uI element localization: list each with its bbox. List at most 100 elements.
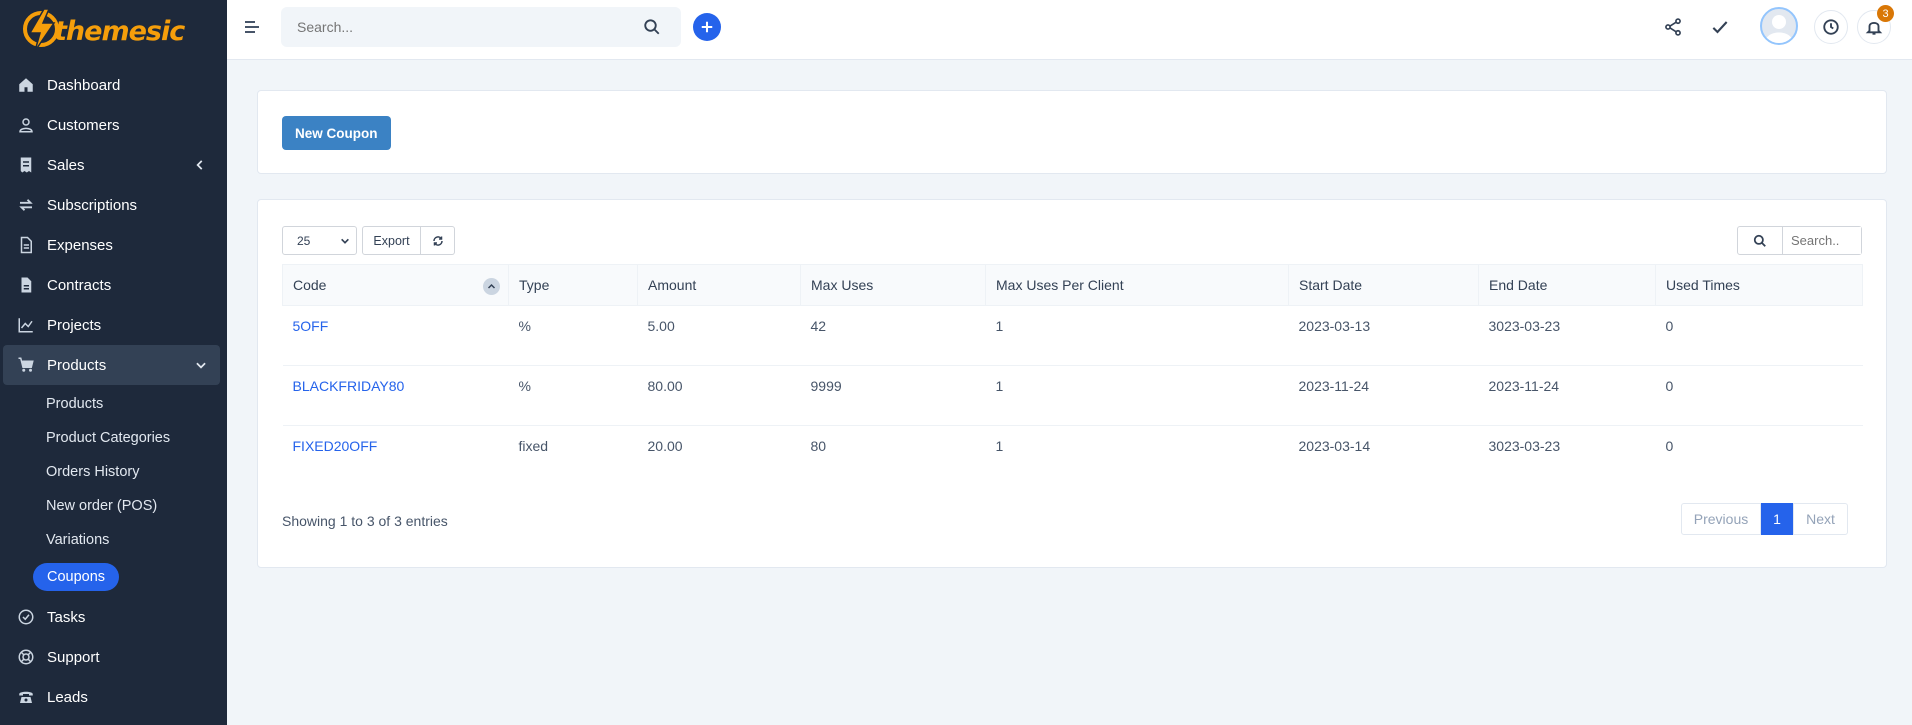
- refresh-icon: [16, 195, 36, 215]
- nav-label: Customers: [47, 116, 120, 134]
- table-header-row: Code Type Amount Max Uses Max Uses Per C…: [282, 264, 1863, 306]
- nav-item-expenses[interactable]: Expenses: [0, 225, 227, 265]
- sort-asc-icon[interactable]: [483, 278, 500, 295]
- cell-max-uses: 80: [810, 437, 827, 454]
- nav-item-subscriptions[interactable]: Subscriptions: [0, 185, 227, 225]
- nav-item-leads[interactable]: Leads: [0, 677, 227, 717]
- page-length-select[interactable]: 25: [282, 226, 357, 255]
- col-max-uses-per-client[interactable]: Max Uses Per Client: [985, 264, 1289, 306]
- nav-item-products[interactable]: Products: [3, 345, 220, 385]
- coupon-link[interactable]: BLACKFRIDAY80: [293, 378, 405, 394]
- plus-icon: [701, 21, 713, 33]
- export-button[interactable]: Export: [362, 226, 421, 255]
- col-end-date[interactable]: End Date: [1478, 264, 1656, 306]
- coupon-link[interactable]: FIXED20OFF: [293, 438, 378, 454]
- avatar[interactable]: [1760, 7, 1798, 45]
- cell-max-uses-per-client: 1: [985, 305, 1289, 366]
- col-amount[interactable]: Amount: [637, 264, 801, 306]
- new-coupon-button[interactable]: New Coupon: [282, 116, 391, 150]
- subnav-product-categories[interactable]: Product Categories: [0, 421, 227, 455]
- sidebar: themesic Dashboard Customers Sales Subsc…: [0, 0, 227, 725]
- table-row: FIXED20OFF fixed 20.00 80 1 2023-03-14 3…: [283, 426, 1863, 486]
- subnav-products[interactable]: Products: [0, 387, 227, 421]
- cell-type: %: [508, 365, 638, 426]
- table-row: 5OFF % 5.00 42 1 2023-03-13 3023-03-23 0: [282, 305, 1863, 366]
- nav-label: Products: [47, 356, 107, 374]
- coupons-table-panel: 25 Export Code Type Amount Max Uses Max …: [257, 199, 1887, 568]
- reload-icon: [432, 235, 443, 246]
- subnav-coupons[interactable]: Coupons: [33, 563, 120, 591]
- nav-item-dashboard[interactable]: Dashboard: [0, 65, 227, 105]
- cell-used-times: 0: [1655, 365, 1863, 426]
- search-icon[interactable]: [643, 18, 661, 36]
- clock-icon: [1823, 19, 1839, 35]
- cell-used-times: 0: [1655, 305, 1863, 366]
- checkmark-icon[interactable]: [1710, 17, 1730, 37]
- table-search: [1737, 226, 1862, 255]
- col-type[interactable]: Type: [508, 264, 638, 306]
- nav-item-projects[interactable]: Projects: [0, 305, 227, 345]
- nav-item-contracts[interactable]: Contracts: [0, 265, 227, 305]
- coupons-table: Code Type Amount Max Uses Max Uses Per C…: [282, 264, 1863, 486]
- table-info: Showing 1 to 3 of 3 entries: [282, 513, 448, 529]
- check-circle-icon: [16, 607, 36, 627]
- col-start-date[interactable]: Start Date: [1288, 264, 1479, 306]
- cell-amount: 80.00: [637, 365, 801, 426]
- menu-toggle-icon[interactable]: [245, 21, 259, 35]
- home-icon: [16, 75, 36, 95]
- table-search-input[interactable]: [1783, 227, 1861, 254]
- timer-button[interactable]: [1814, 10, 1848, 44]
- nav-label: Contracts: [47, 276, 112, 294]
- logo-bolt-icon: [22, 7, 60, 53]
- cell-code: FIXED20OFF: [283, 426, 509, 486]
- logo-text: themesic: [54, 15, 185, 47]
- nav-item-sales[interactable]: Sales: [0, 145, 227, 185]
- lifebuoy-icon: [16, 647, 36, 667]
- chevron-down-icon: [341, 238, 349, 244]
- global-search-input[interactable]: [281, 7, 621, 47]
- nav-item-tasks[interactable]: Tasks: [0, 597, 227, 637]
- pagination-previous[interactable]: Previous: [1681, 503, 1761, 535]
- avatar-placeholder-icon: [1765, 15, 1793, 43]
- top-header: 3: [227, 0, 1912, 60]
- cell-end-date: 2023-11-24: [1478, 365, 1656, 426]
- nav-label: Sales: [47, 156, 85, 174]
- share-icon[interactable]: [1663, 17, 1683, 37]
- coupon-link[interactable]: 5OFF: [293, 318, 329, 334]
- page-length-value: 25: [297, 233, 311, 248]
- nav-item-support[interactable]: Support: [0, 637, 227, 677]
- subnav-orders-history[interactable]: Orders History: [0, 455, 227, 489]
- cell-amount: 5.00: [637, 305, 801, 366]
- col-code[interactable]: Code: [282, 264, 509, 306]
- nav-item-customers[interactable]: Customers: [0, 105, 227, 145]
- contract-icon: [16, 275, 36, 295]
- coupon-actions-panel: New Coupon: [257, 90, 1887, 174]
- cell-max-uses: 42: [800, 305, 986, 366]
- nav-label: Support: [47, 648, 100, 666]
- subnav-variations[interactable]: Variations: [0, 523, 227, 557]
- user-icon: [16, 115, 36, 135]
- chevron-down-icon: [196, 362, 206, 369]
- logo[interactable]: themesic: [0, 0, 227, 60]
- search-icon[interactable]: [1738, 227, 1783, 254]
- cell-start-date: 2023-11-24: [1288, 365, 1479, 426]
- cell-code: BLACKFRIDAY80: [282, 365, 509, 426]
- receipt-icon: [16, 155, 36, 175]
- reload-button[interactable]: [421, 226, 455, 255]
- quick-create-button[interactable]: [693, 13, 721, 41]
- subnav-new-order-pos[interactable]: New order (POS): [0, 489, 227, 523]
- nav-label: Leads: [47, 688, 88, 706]
- pagination-next[interactable]: Next: [1793, 503, 1848, 535]
- pagination-page-1[interactable]: 1: [1761, 503, 1793, 535]
- col-used-times[interactable]: Used Times: [1655, 264, 1863, 306]
- cell-code: 5OFF: [282, 305, 509, 366]
- phone-icon: [16, 687, 36, 707]
- col-max-uses[interactable]: Max Uses: [800, 264, 986, 306]
- global-search: [281, 7, 681, 47]
- cell-start-date: 2023-03-13: [1288, 305, 1479, 366]
- cell-max-uses-per-client: 1: [995, 437, 1004, 454]
- cell-max-uses: 9999: [800, 365, 986, 426]
- cell-type: %: [508, 305, 638, 366]
- table-row: BLACKFRIDAY80 % 80.00 9999 1 2023-11-24 …: [282, 365, 1863, 426]
- cell-start-date: 2023-03-14: [1298, 437, 1371, 454]
